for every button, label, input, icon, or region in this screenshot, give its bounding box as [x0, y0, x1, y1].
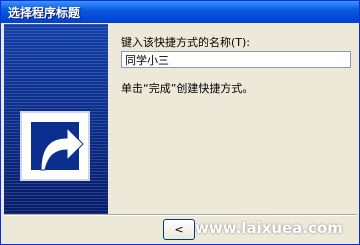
watermark-text: www.laixuea.com [195, 219, 343, 237]
wizard-window: 选择程序标题 键入该快捷方式的名称(T): 单击“完成”创建快捷方式。 < ww… [0, 0, 360, 245]
shortcut-arrow-icon [20, 111, 90, 181]
title-bar[interactable]: 选择程序标题 [1, 1, 359, 23]
window-title: 选择程序标题 [8, 6, 81, 20]
finish-hint-text: 单击“完成”创建快捷方式。 [121, 82, 254, 95]
shortcut-name-label: 键入该快捷方式的名称(T): [121, 36, 251, 49]
wizard-side-panel [4, 24, 108, 214]
shortcut-name-input[interactable] [121, 51, 351, 68]
back-button[interactable]: < [163, 219, 195, 240]
wizard-content: 键入该快捷方式的名称(T): 单击“完成”创建快捷方式。 [111, 24, 355, 214]
button-separator [4, 214, 357, 216]
